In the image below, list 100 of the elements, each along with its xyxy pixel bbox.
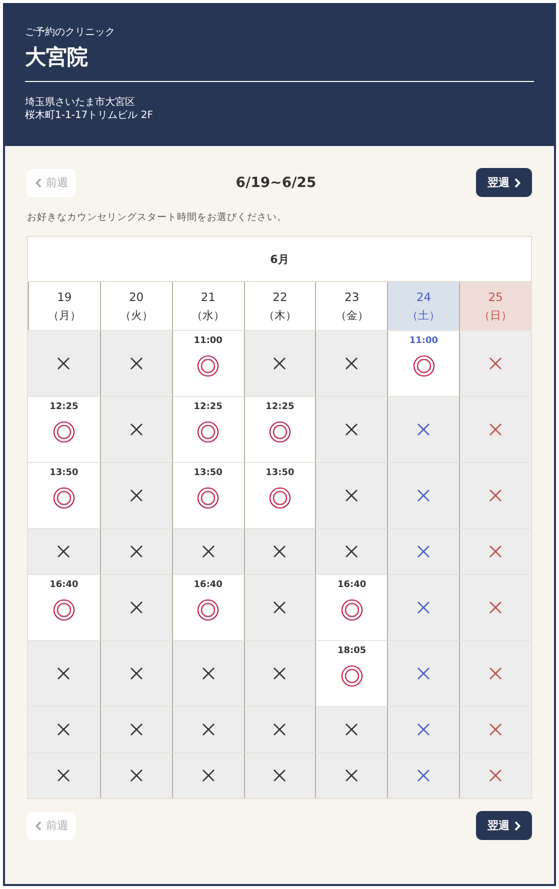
cross-icon [202, 545, 215, 558]
slot-time: 18:05 [338, 646, 366, 656]
cross-icon [202, 667, 215, 680]
cross-icon [345, 357, 358, 370]
available-slot[interactable]: 13:50 [244, 462, 316, 528]
slot-time: 16:40 [194, 580, 222, 590]
cross-icon [489, 423, 502, 436]
weekday-label: （日） [479, 308, 512, 322]
available-slot[interactable]: 18:05 [315, 640, 388, 706]
day-number: 24 [416, 290, 432, 304]
cross-icon [273, 357, 286, 370]
cross-icon [417, 545, 430, 558]
double-circle-icon [52, 421, 75, 443]
cross-icon [417, 423, 430, 436]
slot-time: 11:00 [194, 336, 222, 346]
available-slot[interactable]: 11:00 [387, 330, 460, 396]
day-number: 20 [128, 290, 144, 304]
available-slot[interactable]: 13:50 [172, 462, 244, 528]
cross-icon [57, 723, 70, 736]
available-slot[interactable]: 12:25 [172, 396, 244, 462]
double-circle-icon [197, 421, 220, 443]
cross-icon [273, 601, 286, 614]
double-circle-icon [197, 355, 220, 377]
cross-icon [489, 601, 502, 614]
next-week-button[interactable]: 翌週 [476, 811, 532, 840]
day-number: 23 [344, 290, 360, 304]
slot-time: 13:50 [50, 468, 78, 478]
cross-icon [130, 423, 143, 436]
double-circle-icon [197, 599, 220, 621]
slot-time: 12:25 [266, 402, 294, 412]
clinic-label: ご予約のクリニック [25, 26, 116, 39]
available-slot[interactable]: 16:40 [315, 574, 388, 640]
weekday-label: （土） [407, 308, 440, 322]
double-circle-icon [412, 355, 435, 377]
weekday-label: （月） [48, 308, 81, 322]
double-circle-icon [52, 599, 75, 621]
double-circle-icon [197, 487, 220, 509]
slot-time: 12:25 [194, 402, 222, 412]
cross-icon [130, 357, 143, 370]
available-slot[interactable]: 16:40 [28, 574, 100, 640]
instruction-text: お好きなカウンセリングスタート時間をお選びください。 [27, 211, 288, 224]
cross-icon [273, 769, 286, 782]
cross-icon [130, 489, 143, 502]
available-slot[interactable]: 12:25 [244, 396, 316, 462]
cross-icon [489, 769, 502, 782]
available-slot[interactable]: 13:50 [28, 462, 100, 528]
cross-icon [57, 545, 70, 558]
slot-time: 11:00 [409, 336, 438, 346]
double-circle-icon [52, 487, 75, 509]
day-number: 22 [272, 290, 288, 304]
cross-icon [57, 769, 70, 782]
cross-icon [345, 489, 358, 502]
slot-time: 13:50 [266, 468, 294, 478]
clinic-address: 埼玉県さいたま市大宮区 桜木町1-1-17トリムビル 2F [25, 96, 154, 122]
available-slot[interactable]: 12:25 [28, 396, 100, 462]
cross-icon [489, 357, 502, 370]
cross-icon [417, 601, 430, 614]
cross-icon [202, 769, 215, 782]
weekday-label: （木） [263, 308, 296, 322]
cross-icon [130, 723, 143, 736]
cross-icon [202, 723, 215, 736]
cross-icon [417, 489, 430, 502]
slot-time: 16:40 [50, 580, 78, 590]
slot-time: 13:50 [194, 468, 222, 478]
chevron-right-icon [514, 820, 520, 830]
cross-icon [130, 769, 143, 782]
cross-icon [130, 667, 143, 680]
cross-icon [345, 723, 358, 736]
cross-icon [417, 667, 430, 680]
weekday-label: （水） [192, 308, 225, 322]
cross-icon [489, 489, 502, 502]
chevron-left-icon [35, 820, 42, 830]
double-circle-icon [340, 599, 363, 621]
cross-icon [417, 723, 430, 736]
cross-icon [57, 357, 70, 370]
cross-icon [273, 723, 286, 736]
clinic-name: 大宮院 [25, 43, 534, 82]
day-number: 25 [488, 290, 503, 304]
weekday-label: （火） [120, 308, 153, 322]
chevron-left-icon [35, 178, 42, 188]
slot-time: 12:25 [50, 402, 78, 412]
available-slot[interactable]: 16:40 [172, 574, 244, 640]
next-week-button[interactable]: 翌週 [476, 168, 532, 197]
slot-time: 16:40 [338, 580, 366, 590]
available-slot[interactable]: 11:00 [172, 330, 244, 396]
cross-icon [489, 667, 502, 680]
cross-icon [345, 545, 358, 558]
double-circle-icon [268, 421, 291, 443]
double-circle-icon [340, 665, 363, 687]
weekday-label: （金） [335, 308, 368, 322]
cross-icon [345, 769, 358, 782]
cross-icon [57, 667, 70, 680]
chevron-right-icon [514, 178, 520, 188]
cross-icon [130, 601, 143, 614]
cross-icon [345, 423, 358, 436]
double-circle-icon [268, 487, 291, 509]
cross-icon [273, 545, 286, 558]
cross-icon [417, 769, 430, 782]
week-range: 6/19~6/25 [236, 174, 316, 190]
cross-icon [489, 545, 502, 558]
